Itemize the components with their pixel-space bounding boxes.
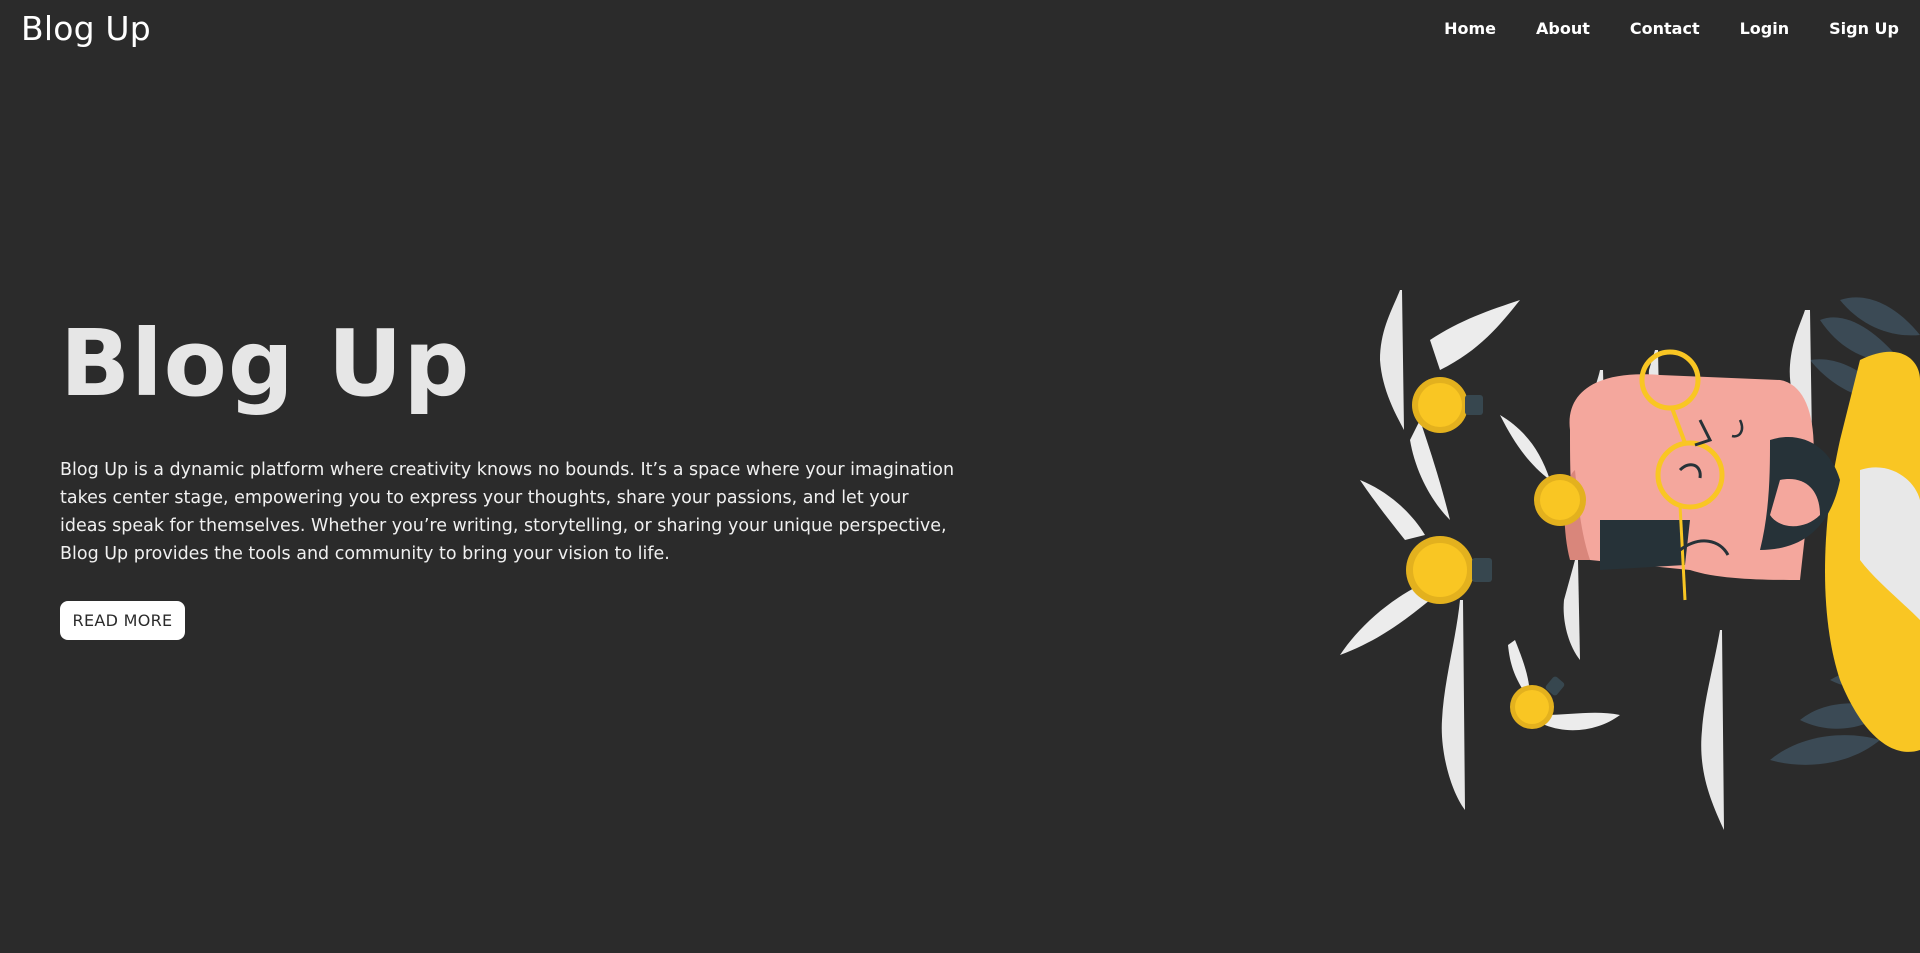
hero-title: Blog Up: [60, 310, 471, 417]
nav-signup-link[interactable]: Sign Up: [1809, 21, 1899, 37]
read-more-button[interactable]: READ MORE: [60, 601, 185, 640]
hero-illustration: [1300, 280, 1920, 840]
nav-contact-link[interactable]: Contact: [1610, 21, 1720, 37]
hero-description: Blog Up is a dynamic platform where crea…: [60, 460, 955, 564]
nav-about-link[interactable]: About: [1516, 21, 1610, 37]
main-nav: Home About Contact Login Sign Up: [1424, 21, 1899, 37]
page: Blog Up Home About Contact Login Sign Up…: [0, 0, 1920, 953]
nav-login-link[interactable]: Login: [1720, 21, 1810, 37]
brand-logo[interactable]: Blog Up: [21, 12, 151, 45]
nav-home-link[interactable]: Home: [1424, 21, 1516, 37]
site-header: Blog Up Home About Contact Login Sign Up: [0, 0, 1920, 58]
